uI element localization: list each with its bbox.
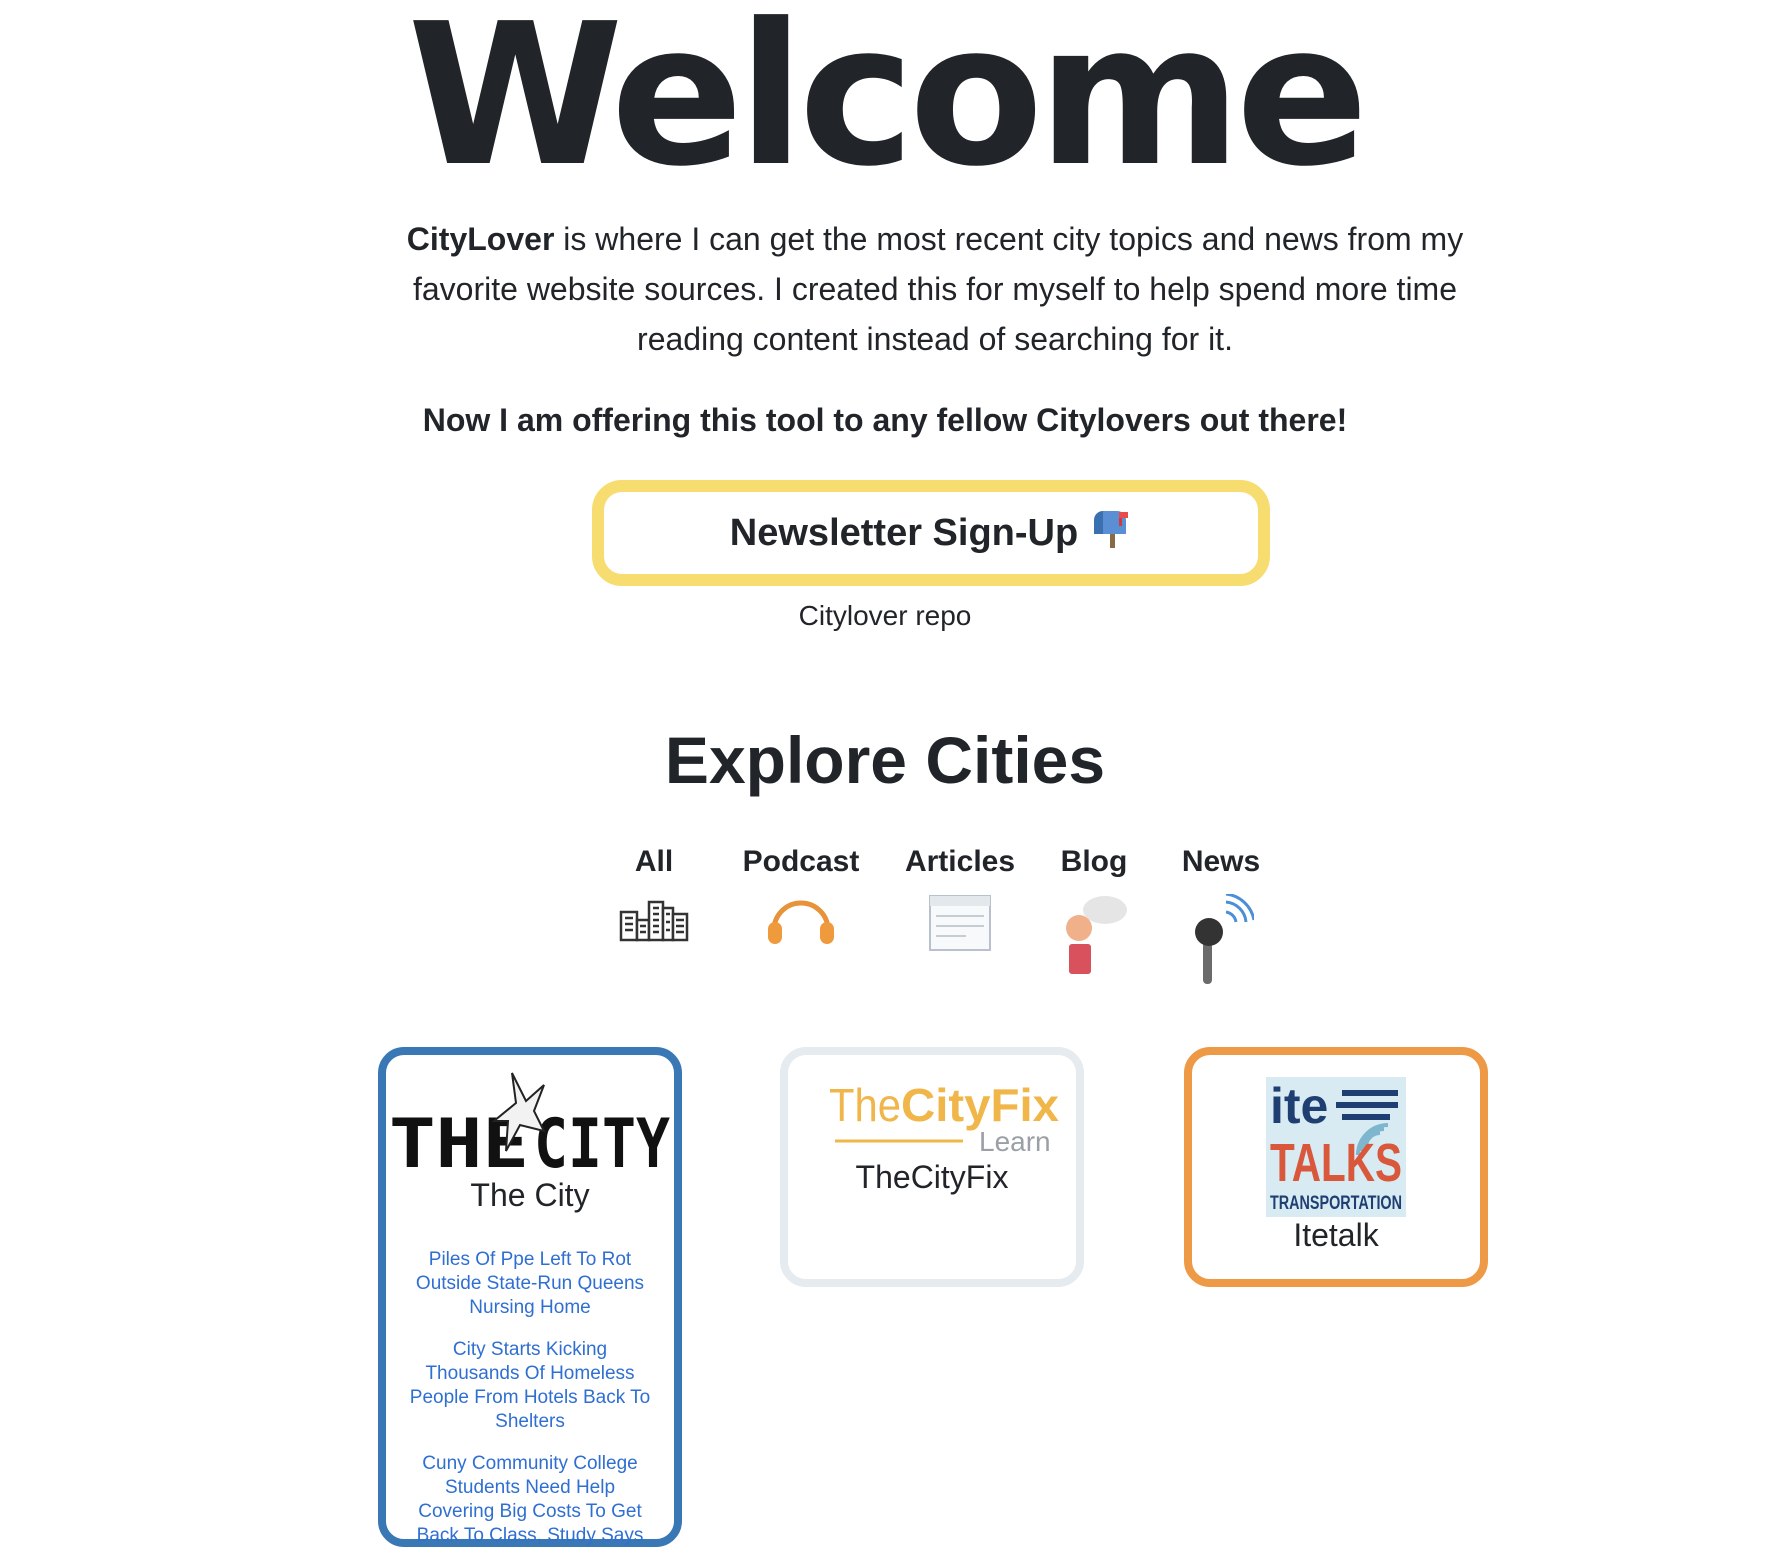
svg-text:ite: ite <box>1270 1078 1328 1134</box>
filter-label: News <box>1181 845 1261 878</box>
source-card-the-city[interactable]: THE CITY The City Piles Of Ppe Left To R… <box>378 1047 682 1547</box>
newsletter-label: Newsletter Sign-Up <box>729 511 1079 554</box>
source-name: The City <box>470 1177 590 1213</box>
filter-podcast[interactable]: Podcast <box>741 840 861 946</box>
source-card-itetalk[interactable]: ite TALKS TRANSPORTATION Itetalk <box>1184 1047 1488 1287</box>
source-name: TheCityFix <box>855 1159 1009 1195</box>
article-link[interactable]: Cuny Community College Students Need Hel… <box>405 1452 655 1548</box>
intro-paragraph: CityLover is where I can get the most re… <box>380 214 1490 364</box>
explore-heading: Explore Cities <box>664 723 1106 797</box>
city-buildings-icon <box>594 894 714 942</box>
svg-text:CITY: CITY <box>534 1105 670 1175</box>
svg-text:TALKS: TALKS <box>1270 1133 1402 1193</box>
filter-label: All <box>634 845 674 878</box>
intro-text: is where I can get the most recent city … <box>412 221 1464 357</box>
speech-person-icon <box>1034 894 1154 980</box>
svg-text:TRANSPORTATION: TRANSPORTATION <box>1270 1193 1402 1214</box>
brand-name: CityLover <box>406 221 555 257</box>
microphone-icon <box>1161 894 1281 988</box>
newsletter-signup-button[interactable]: Newsletter Sign-Up <box>592 480 1270 586</box>
source-name: Itetalk <box>1293 1217 1379 1253</box>
filter-label: Podcast <box>742 845 860 878</box>
newspaper-icon <box>900 894 1020 952</box>
svg-text:CityFix: CityFix <box>901 1079 1059 1131</box>
source-card-thecityfix[interactable]: The CityFix Learn TheCityFix <box>780 1047 1084 1287</box>
filter-blog[interactable]: Blog <box>1034 840 1154 980</box>
headphones-icon <box>741 894 861 946</box>
svg-text:The: The <box>829 1079 901 1131</box>
thecityfix-logo: The CityFix Learn <box>788 1073 1076 1159</box>
page-title: Welcome <box>407 0 1368 210</box>
filter-label: Articles <box>904 845 1016 878</box>
repo-link[interactable]: Citylover repo <box>0 600 1770 632</box>
the-city-logo: THE CITY <box>386 1071 674 1184</box>
mailbox-icon <box>1088 506 1132 560</box>
filter-articles[interactable]: Articles <box>900 840 1020 952</box>
filter-all[interactable]: All <box>594 840 714 942</box>
filter-label: Blog <box>1060 845 1128 878</box>
article-link[interactable]: Piles Of Ppe Left To Rot Outside State-R… <box>405 1248 655 1320</box>
svg-text:Learn: Learn <box>979 1126 1051 1157</box>
itetalk-logo: ite TALKS TRANSPORTATION <box>1192 1077 1480 1217</box>
article-link[interactable]: City Starts Kicking Thousands Of Homeles… <box>405 1338 655 1434</box>
offer-text: Now I am offering this tool to any fello… <box>422 402 1348 438</box>
filter-news[interactable]: News <box>1161 840 1281 988</box>
